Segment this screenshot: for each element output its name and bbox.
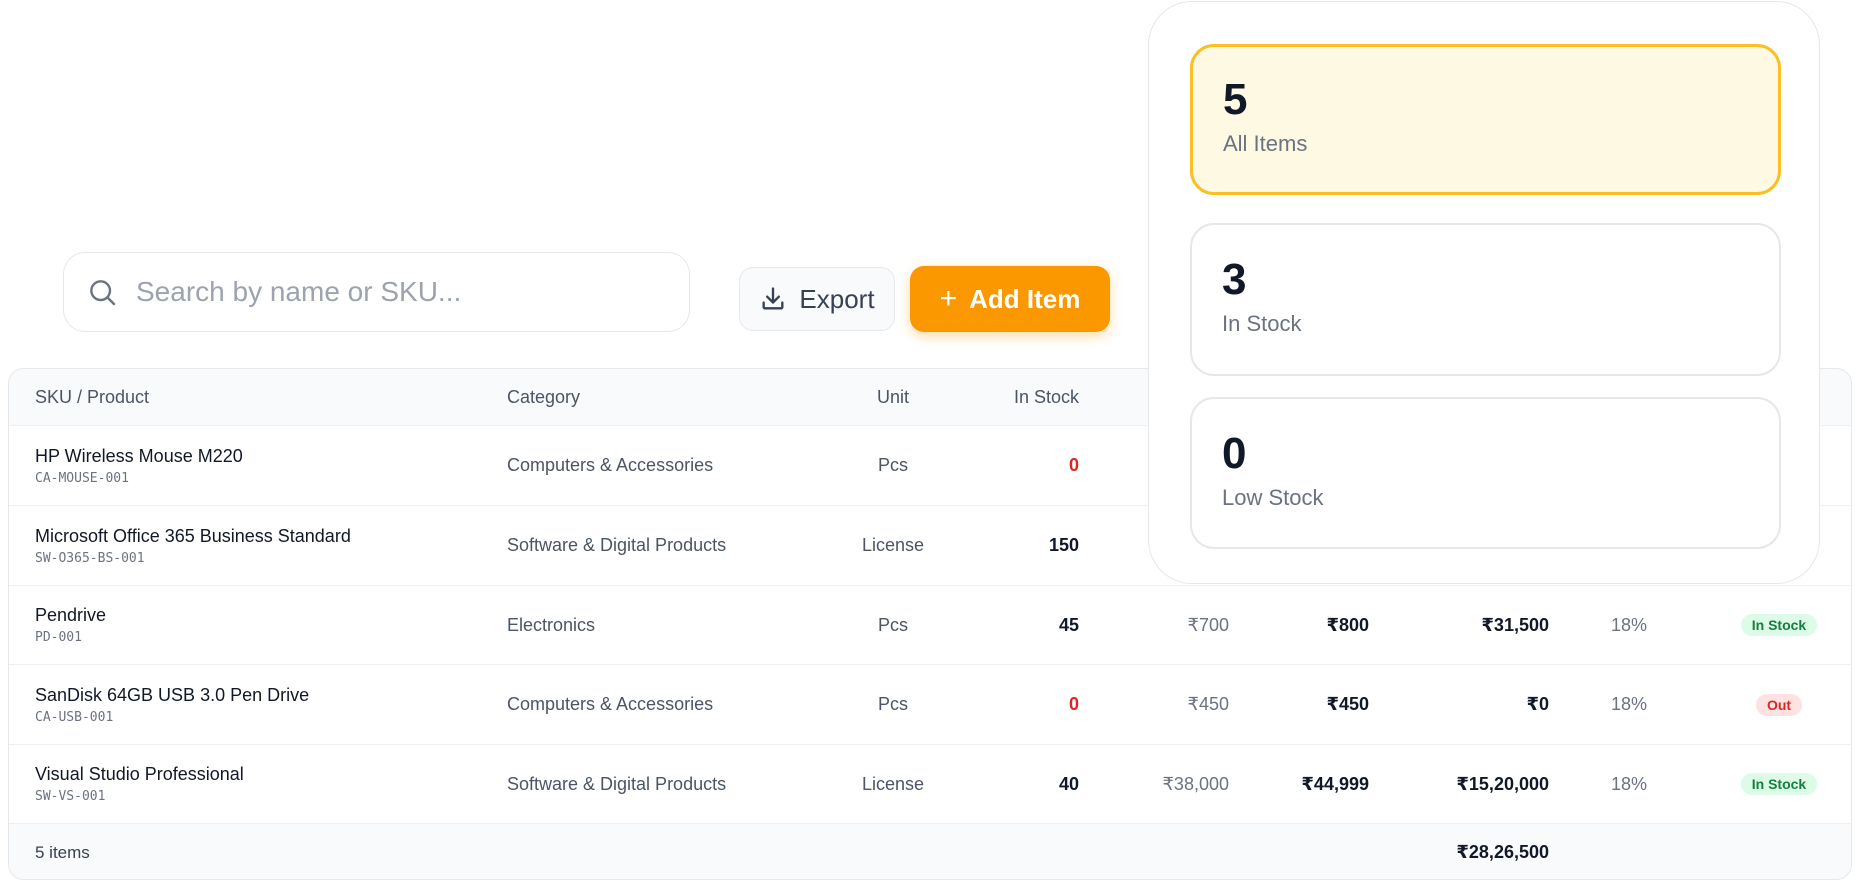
stock-cell: 40: [1058, 773, 1079, 794]
header-in-stock[interactable]: In Stock: [969, 369, 1079, 425]
stock-cell: 45: [1058, 614, 1079, 635]
product-sku: PD-001: [35, 630, 82, 645]
stat-card-in-stock[interactable]: 3 In Stock: [1190, 223, 1781, 376]
export-label: Export: [799, 283, 875, 314]
stat-card-all-items[interactable]: 5 All Items: [1190, 44, 1781, 195]
search-icon: [90, 280, 116, 306]
product-sku: CA-USB-001: [35, 709, 114, 725]
price-cell: ₹800: [1326, 614, 1369, 635]
header-product[interactable]: SKU / Product: [35, 369, 149, 425]
unit-cell: Pcs: [877, 455, 908, 475]
category-cell: Computers & Accessories: [507, 455, 714, 475]
table-row[interactable]: Visual Studio Professional SW-VS-001 Soft…: [9, 745, 1851, 824]
total-value: ₹28,26,500: [1456, 842, 1549, 862]
status-badge: Out: [1755, 693, 1803, 716]
download-icon: [762, 287, 784, 310]
status-badge: In Stock: [1740, 773, 1818, 795]
price-cell: ₹450: [1326, 694, 1369, 714]
header-category[interactable]: Category: [507, 369, 580, 425]
product-sku: CA-MOUSE-001: [35, 470, 129, 486]
unit-cell: License: [861, 535, 925, 555]
header-unit[interactable]: Unit: [849, 369, 937, 425]
stats-popover: 5 All Items 3 In Stock 0 Low Stock: [1148, 1, 1820, 584]
tax-cell: 18%: [1610, 614, 1648, 635]
cost-cell: ₹700: [1187, 614, 1229, 635]
tax-cell: 18%: [1610, 694, 1648, 714]
stat-label: All Items: [1223, 131, 1308, 156]
product-name: Visual Studio Professional: [35, 764, 244, 784]
stat-label: In Stock: [1222, 311, 1302, 336]
category-cell: Electronics: [507, 614, 596, 635]
category-cell: Computers & Accessories: [507, 694, 714, 714]
table-footer: 5 items ₹28,26,500: [9, 824, 1851, 879]
stock-cell: 0: [1068, 694, 1079, 714]
stat-card-low-stock[interactable]: 0 Low Stock: [1190, 397, 1781, 549]
stock-cell: 0: [1068, 455, 1079, 475]
tax-cell: 18%: [1610, 773, 1648, 794]
status-badge: In Stock: [1740, 614, 1818, 636]
price-cell: ₹44,999: [1301, 773, 1369, 794]
search-box[interactable]: [63, 252, 690, 332]
unit-cell: Pcs: [877, 694, 908, 714]
stat-value: 3: [1222, 255, 1247, 304]
stat-label: Low Stock: [1222, 485, 1324, 510]
product-name: SanDisk 64GB USB 3.0 Pen Drive: [35, 684, 310, 705]
cost-cell: ₹450: [1187, 694, 1229, 714]
cost-cell: ₹38,000: [1162, 773, 1229, 794]
category-cell: Software & Digital Products: [507, 535, 727, 555]
product-sku: SW-VS-001: [35, 789, 106, 804]
stock-cell: 150: [1048, 535, 1079, 555]
table-row[interactable]: Pendrive PD-001 Electronics Pcs 45 ₹700 ₹…: [9, 586, 1851, 665]
search-input[interactable]: [136, 276, 656, 308]
stat-value: 0: [1222, 429, 1247, 478]
value-cell: ₹15,20,000: [1456, 773, 1549, 794]
unit-cell: Pcs: [877, 614, 908, 635]
add-item-label: Add Item: [969, 283, 1081, 314]
item-count: 5 items: [35, 842, 90, 862]
category-cell: Software & Digital Products: [507, 773, 727, 794]
product-name: Microsoft Office 365 Business Standard: [35, 525, 351, 546]
stat-value: 5: [1223, 75, 1248, 124]
product-name: HP Wireless Mouse M220: [35, 445, 243, 466]
product-sku: SW-O365-BS-001: [35, 550, 145, 566]
value-cell: ₹31,500: [1481, 614, 1549, 635]
unit-cell: License: [861, 773, 925, 794]
plus-icon: +: [939, 282, 958, 315]
product-name: Pendrive: [35, 605, 107, 625]
value-cell: ₹0: [1526, 694, 1549, 714]
export-button[interactable]: Export: [739, 267, 895, 331]
table-row[interactable]: SanDisk 64GB USB 3.0 Pen Drive CA-USB-001…: [9, 665, 1851, 745]
add-item-button[interactable]: + Add Item: [910, 266, 1110, 332]
